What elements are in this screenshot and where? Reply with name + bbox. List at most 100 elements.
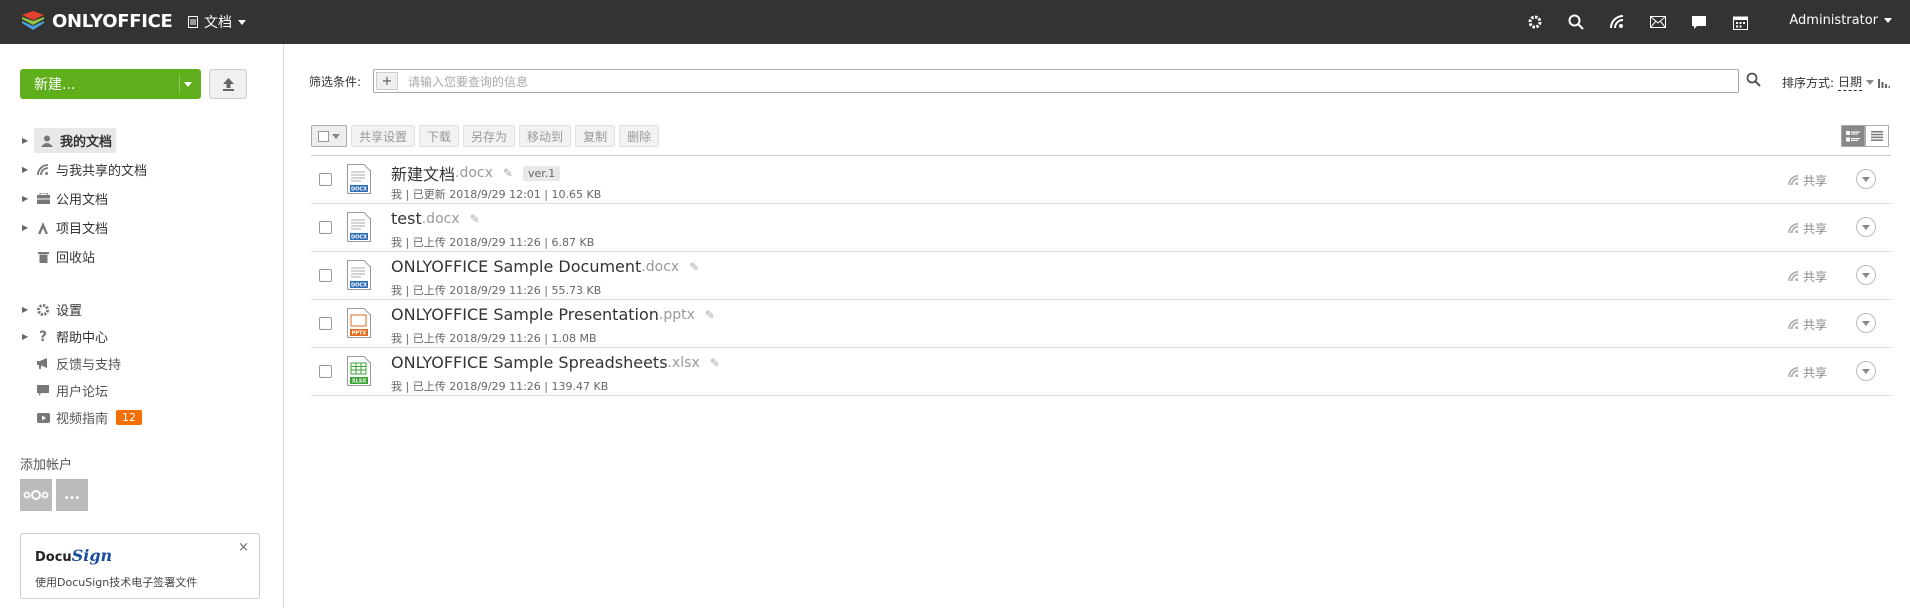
docusign-text: 使用DocuSign技术电子签署文件: [35, 576, 198, 589]
nav-common-documents[interactable]: ▶ 公用文档: [22, 184, 277, 213]
nav-label: 公用文档: [56, 193, 109, 208]
filter-input[interactable]: + 请输入您要查询的信息: [373, 69, 1739, 93]
edit-pencil-icon[interactable]: ✎: [710, 356, 720, 370]
share-button[interactable]: 共享: [1788, 364, 1827, 381]
download-button[interactable]: 下载: [419, 125, 460, 147]
nav-shared-with-me[interactable]: ▶ 与我共享的文档: [22, 155, 277, 184]
file-meta: 我 | 已上传 2018/9/29 11:26 | 55.73 KB: [391, 284, 602, 297]
upload-button[interactable]: [209, 69, 247, 99]
detailed-view-button[interactable]: [1841, 125, 1865, 147]
version-badge[interactable]: ver.1: [522, 165, 561, 181]
nav-video-guides[interactable]: 视频指南 12: [22, 404, 277, 431]
delete-button[interactable]: 删除: [619, 125, 660, 147]
nextcloud-account-button[interactable]: [20, 479, 52, 511]
add-filter-button[interactable]: +: [376, 72, 398, 90]
expand-arrow-icon[interactable]: ▶: [22, 194, 34, 203]
module-switcher[interactable]: 文档: [188, 12, 246, 32]
chevron-down-icon[interactable]: [1866, 79, 1875, 85]
feed-icon[interactable]: [1607, 12, 1627, 32]
checkbox-icon: [318, 130, 329, 142]
expand-arrow-icon[interactable]: ▶: [22, 332, 34, 341]
share-button[interactable]: 共享: [1788, 316, 1827, 333]
chevron-down-icon[interactable]: [179, 75, 195, 93]
save-as-button[interactable]: 另存为: [463, 125, 516, 147]
file-list: DOCX 新建文档 .docx ✎ ver.1 我 | 已更新 2018/9/29…: [311, 155, 1891, 396]
expand-arrow-icon[interactable]: ▶: [22, 223, 34, 232]
file-row[interactable]: DOCX test .docx ✎ 我 | 已上传 2018/9/29 11:26…: [311, 204, 1891, 252]
file-toolbar: 共享设置 下载 另存为 移动到 复制 删除: [311, 125, 660, 147]
docx-file-icon: DOCX: [347, 212, 371, 242]
search-icon[interactable]: [1746, 72, 1761, 91]
trash-icon: [34, 251, 52, 263]
row-checkbox[interactable]: [319, 173, 332, 186]
count-badge: 12: [116, 410, 143, 425]
nav-project-documents[interactable]: ▶ 项目文档: [22, 213, 277, 242]
move-to-button[interactable]: 移动到: [519, 125, 572, 147]
expand-arrow-icon[interactable]: ▶: [22, 136, 34, 145]
sort-order-icon[interactable]: [1878, 77, 1891, 88]
add-account-label: 添加帐户: [20, 458, 73, 473]
docusign-promo[interactable]: DocuSign × 使用DocuSign技术电子签署文件: [20, 533, 260, 599]
file-name[interactable]: ONLYOFFICE Sample Spreadsheets: [391, 353, 668, 372]
nav-settings[interactable]: ▶ 设置: [22, 296, 277, 323]
mail-icon[interactable]: [1648, 12, 1668, 32]
row-menu-button[interactable]: [1856, 265, 1876, 285]
user-menu[interactable]: Administrator: [1789, 13, 1892, 28]
share-button[interactable]: 共享: [1788, 268, 1827, 285]
row-checkbox[interactable]: [319, 317, 332, 330]
new-button[interactable]: 新建...: [20, 69, 201, 99]
settings-icon[interactable]: [1525, 12, 1545, 32]
share-button[interactable]: 共享: [1788, 172, 1827, 189]
share-icon: [34, 163, 52, 176]
file-row[interactable]: DOCX ONLYOFFICE Sample Document .docx ✎ 我…: [311, 252, 1891, 300]
logo[interactable]: ONLYOFFICE: [20, 8, 173, 34]
copy-button[interactable]: 复制: [575, 125, 616, 147]
file-extension: .docx: [641, 258, 680, 275]
file-row[interactable]: DOCX 新建文档 .docx ✎ ver.1 我 | 已更新 2018/9/29…: [311, 156, 1891, 204]
row-menu-button[interactable]: [1856, 313, 1876, 333]
nav-trash[interactable]: 回收站: [22, 242, 277, 271]
edit-pencil-icon[interactable]: ✎: [689, 260, 699, 274]
share-icon: [1788, 367, 1799, 378]
nav-my-documents[interactable]: ▶ 我的文档: [22, 126, 277, 155]
sort-label: 排序方式:: [1782, 75, 1835, 90]
more-accounts-button[interactable]: ...: [56, 479, 88, 511]
list-icon: [1871, 131, 1883, 141]
chat-icon[interactable]: [1689, 12, 1709, 32]
share-settings-button[interactable]: 共享设置: [351, 125, 416, 147]
edit-pencil-icon[interactable]: ✎: [705, 308, 715, 322]
file-name[interactable]: ONLYOFFICE Sample Document: [391, 257, 641, 276]
sort-control[interactable]: 排序方式: 日期: [1782, 73, 1891, 91]
row-checkbox[interactable]: [319, 365, 332, 378]
select-all-dropdown[interactable]: [311, 125, 347, 147]
edit-pencil-icon[interactable]: ✎: [470, 212, 480, 226]
sort-value[interactable]: 日期: [1838, 73, 1863, 91]
file-extension: .docx: [455, 165, 493, 181]
nextcloud-icon: [23, 490, 49, 500]
search-icon[interactable]: [1566, 12, 1586, 32]
nav-feedback[interactable]: 反馈与支持: [22, 350, 277, 377]
share-button[interactable]: 共享: [1788, 220, 1827, 237]
nav-user-forum[interactable]: 用户论坛: [22, 377, 277, 404]
pptx-file-icon: PPTX: [347, 308, 371, 338]
folder-nav: ▶ 我的文档 ▶ 与我共享的文档 ▶ 公用文档 ▶ 项目文档 回收站: [22, 126, 277, 271]
edit-pencil-icon[interactable]: ✎: [503, 166, 513, 180]
nav-help-center[interactable]: ▶ ? 帮助中心: [22, 323, 277, 350]
expand-arrow-icon[interactable]: ▶: [22, 305, 34, 314]
file-name[interactable]: 新建文档: [391, 161, 455, 185]
expand-arrow-icon[interactable]: ▶: [22, 165, 34, 174]
calendar-icon[interactable]: [1730, 12, 1750, 32]
gear-icon: [34, 303, 52, 317]
file-meta: 我 | 已更新 2018/9/29 12:01 | 10.65 KB: [391, 188, 602, 201]
row-checkbox[interactable]: [319, 269, 332, 282]
row-menu-button[interactable]: [1856, 217, 1876, 237]
close-icon[interactable]: ×: [238, 540, 249, 555]
file-name[interactable]: ONLYOFFICE Sample Presentation: [391, 305, 659, 324]
file-name[interactable]: test: [391, 209, 422, 228]
file-row[interactable]: XLSX ONLYOFFICE Sample Spreadsheets .xlsx…: [311, 348, 1891, 396]
file-row[interactable]: PPTX ONLYOFFICE Sample Presentation .pptx…: [311, 300, 1891, 348]
row-checkbox[interactable]: [319, 221, 332, 234]
row-menu-button[interactable]: [1856, 169, 1876, 189]
row-menu-button[interactable]: [1856, 361, 1876, 381]
compact-view-button[interactable]: [1865, 125, 1889, 147]
